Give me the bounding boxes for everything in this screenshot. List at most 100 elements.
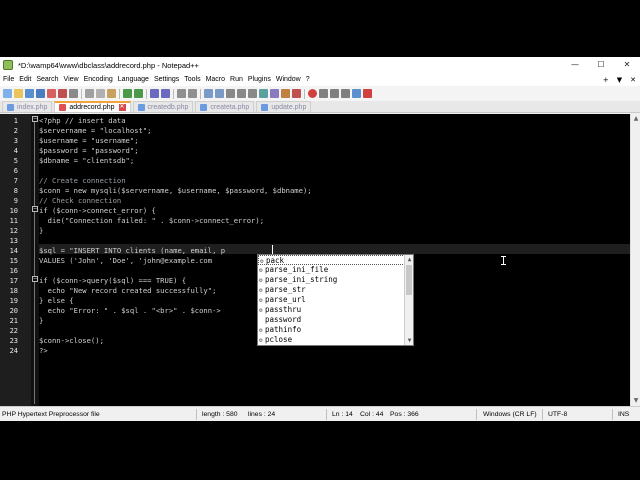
word-wrap-icon[interactable] (226, 89, 235, 98)
close-document-icon[interactable]: ✕ (630, 76, 636, 84)
code-line[interactable]: $username = "username"; (39, 136, 139, 146)
autocomplete-scrollbar[interactable]: ▲ ▼ (404, 255, 413, 345)
scroll-down-arrow-icon[interactable]: ▼ (631, 396, 640, 406)
stop-recording-icon[interactable] (319, 89, 328, 98)
save-all-icon[interactable] (36, 89, 45, 98)
code-line[interactable]: $sql = "INSERT INTO clients (name, email… (39, 246, 225, 256)
open-file-icon[interactable] (14, 89, 23, 98)
menu-language[interactable]: Language (118, 76, 149, 83)
menu-edit[interactable]: Edit (19, 76, 31, 83)
redo-icon[interactable] (134, 89, 143, 98)
fold-toggle-icon[interactable]: − (32, 116, 38, 122)
code-line[interactable]: $servername = "localhost"; (39, 126, 152, 136)
menu-file[interactable]: File (3, 76, 14, 83)
paste-icon[interactable] (107, 89, 116, 98)
menu-settings[interactable]: Settings (154, 76, 179, 83)
tab-index-php[interactable]: index.php (2, 101, 53, 112)
code-line[interactable]: $conn = new mysqli($servername, $usernam… (39, 186, 312, 196)
code-line[interactable]: $password = "password"; (39, 146, 139, 156)
status-encoding[interactable]: UTF-8 (548, 407, 567, 421)
code-line[interactable]: die("Connection failed: " . $conn->conne… (39, 216, 264, 226)
autocomplete-item[interactable]: ⚙ pclose (258, 335, 405, 345)
code-line[interactable]: } (39, 316, 43, 326)
record-macro-icon[interactable] (308, 89, 317, 98)
function-list-icon[interactable] (270, 89, 279, 98)
save-macro-icon[interactable] (352, 89, 361, 98)
code-line[interactable]: ?> (39, 346, 48, 356)
copy-icon[interactable] (96, 89, 105, 98)
new-file-icon[interactable] (3, 89, 12, 98)
save-icon[interactable] (25, 89, 34, 98)
autocomplete-popup[interactable]: ⚙ pack ⚙ parse_ini_file ⚙ parse_ini_string ⚙ pa… (257, 254, 414, 346)
code-line[interactable]: } (39, 226, 43, 236)
new-tab-plus-icon[interactable]: + (603, 76, 609, 84)
vertical-scrollbar[interactable]: ▲ ▼ (630, 114, 640, 406)
autocomplete-item[interactable]: ⚙ parse_url (258, 295, 405, 305)
sync-horizontal-icon[interactable] (215, 89, 224, 98)
find-icon[interactable] (150, 89, 159, 98)
code-line[interactable]: if ($conn->query($sql) === TRUE) { (39, 276, 186, 286)
menu-run[interactable]: Run (230, 76, 243, 83)
tab-list-dropdown-icon[interactable]: ▼ (617, 76, 622, 84)
autocomplete-item[interactable]: ⚙ parse_str (258, 285, 405, 295)
fold-toggle-icon[interactable]: − (32, 276, 38, 282)
scroll-up-arrow-icon[interactable]: ▲ (631, 114, 640, 124)
code-line[interactable]: <?php // insert data (39, 116, 126, 126)
code-line[interactable]: echo "Error: " . $sql . "<br>" . $conn-> (39, 306, 221, 316)
tab-addrecord-php[interactable]: addrecord.php ✕ (54, 101, 131, 112)
autocomplete-item[interactable]: ⚙ pathinfo (258, 325, 405, 335)
code-line[interactable]: $conn->close(); (39, 336, 104, 346)
fold-margin[interactable] (31, 114, 39, 406)
menu-search[interactable]: Search (36, 76, 58, 83)
close-tab-icon[interactable]: ✕ (118, 104, 126, 111)
code-line[interactable]: VALUES ('John', 'Doe', 'john@example.com (39, 256, 212, 266)
playback-macro-icon[interactable] (330, 89, 339, 98)
zoom-in-icon[interactable] (177, 89, 186, 98)
menu-plugins[interactable]: Plugins (248, 76, 271, 83)
autocomplete-item[interactable]: password (258, 315, 405, 325)
autocomplete-item[interactable]: ⚙ parse_ini_file (258, 265, 405, 275)
menu-window[interactable]: Window (276, 76, 301, 83)
zoom-out-icon[interactable] (188, 89, 197, 98)
print-icon[interactable] (69, 89, 78, 98)
autocomplete-item[interactable]: ⚙ parse_ini_string (258, 275, 405, 285)
undo-icon[interactable] (123, 89, 132, 98)
status-insert-mode[interactable]: INS (618, 407, 629, 421)
code-line[interactable]: // Check connection (39, 196, 121, 206)
run-macro-multiple-icon[interactable] (341, 89, 350, 98)
indent-guide-icon[interactable] (248, 89, 257, 98)
close-icon[interactable] (47, 89, 56, 98)
folder-as-workspace-icon[interactable] (281, 89, 290, 98)
autocomplete-item[interactable]: ⚙ pack (258, 255, 405, 265)
autocomplete-item[interactable]: ⚙ passthru (258, 305, 405, 315)
tab-createta-php[interactable]: createta.php (195, 101, 255, 112)
menu-help[interactable]: ? (306, 76, 310, 83)
menu-encoding[interactable]: Encoding (84, 76, 113, 83)
menu-tools[interactable]: Tools (184, 76, 200, 83)
scroll-up-arrow-icon[interactable]: ▲ (405, 255, 414, 264)
tab-createdb-php[interactable]: createdb.php (132, 101, 194, 112)
cut-icon[interactable] (85, 89, 94, 98)
replace-icon[interactable] (161, 89, 170, 98)
spell-check-icon[interactable] (363, 89, 372, 98)
scroll-down-arrow-icon[interactable]: ▼ (405, 336, 414, 345)
code-line[interactable]: if ($conn->connect_error) { (39, 206, 156, 216)
code-line[interactable]: // Create connection (39, 176, 126, 186)
document-map-icon[interactable] (259, 89, 268, 98)
close-window-button[interactable]: ✕ (614, 57, 640, 73)
tab-update-php[interactable]: update.php (256, 101, 312, 112)
show-all-characters-icon[interactable] (237, 89, 246, 98)
fold-toggle-icon[interactable]: − (32, 206, 38, 212)
status-eol-format[interactable]: Windows (CR LF) (483, 407, 537, 421)
maximize-button[interactable]: ☐ (588, 57, 614, 73)
minimize-button[interactable]: — (562, 57, 588, 73)
sync-vertical-icon[interactable] (204, 89, 213, 98)
monitoring-icon[interactable] (292, 89, 301, 98)
scrollbar-thumb[interactable] (406, 265, 412, 295)
code-line[interactable]: } else { (39, 296, 74, 306)
code-line[interactable]: echo "New record created successfully"; (39, 286, 217, 296)
menu-view[interactable]: View (64, 76, 79, 83)
menu-macro[interactable]: Macro (206, 76, 225, 83)
close-all-icon[interactable] (58, 89, 67, 98)
code-line[interactable]: $dbname = "clientsdb"; (39, 156, 134, 166)
